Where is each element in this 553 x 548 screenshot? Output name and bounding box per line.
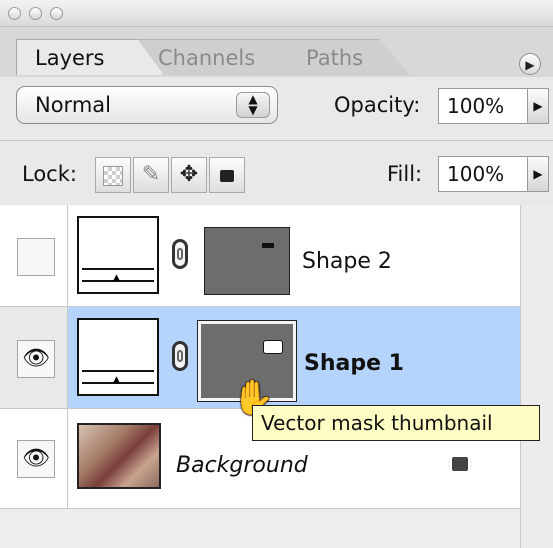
lock-image-button[interactable]: ✎ — [133, 157, 169, 193]
link-icon[interactable] — [172, 341, 188, 371]
layer-name[interactable]: Shape 1 — [304, 351, 404, 376]
blend-mode-select[interactable]: Normal ▲ ▼ — [16, 86, 278, 124]
eye-icon: 👁 — [22, 346, 50, 371]
visibility-cell: 👁 — [0, 307, 68, 408]
layer-name[interactable]: Background — [176, 453, 308, 478]
fill-slider-button[interactable]: ▶ — [527, 156, 549, 192]
title-bar — [0, 0, 553, 27]
layer-row-shape-2[interactable]: ▲ Shape 2 — [0, 205, 520, 307]
visibility-toggle[interactable] — [17, 238, 55, 276]
padlock-icon — [220, 170, 234, 182]
thumbnail-line — [82, 370, 154, 372]
tooltip: Vector mask thumbnail — [252, 405, 540, 441]
visibility-toggle[interactable]: 👁 — [17, 340, 55, 378]
scrollbar[interactable] — [520, 205, 553, 548]
shape-marker-icon: ▲ — [113, 273, 120, 283]
triangle-right-icon: ▶ — [525, 58, 535, 72]
background-photo-thumbnail[interactable] — [77, 423, 161, 489]
link-icon[interactable] — [172, 239, 188, 269]
close-window-button[interactable] — [8, 7, 21, 20]
lock-transparency-button[interactable] — [95, 157, 131, 193]
visibility-cell — [0, 205, 68, 306]
blend-options-row: Normal ▲ ▼ Opacity: 100% ▶ — [0, 78, 553, 134]
minimize-window-button[interactable] — [29, 7, 42, 20]
visibility-toggle[interactable]: 👁 — [17, 440, 55, 478]
lock-label: Lock: — [22, 162, 77, 186]
move-icon: ✥ — [179, 162, 199, 187]
blend-mode-value: Normal — [35, 93, 111, 117]
transparency-lock-icon — [103, 166, 123, 186]
triangle-right-icon: ▶ — [533, 99, 543, 113]
updown-arrows-icon: ▲ ▼ — [236, 92, 270, 118]
brush-icon: ✎ — [141, 162, 161, 187]
lock-fill-row: Lock: ✎ ✥ Fill: 100% ▶ — [0, 140, 553, 206]
fill-label: Fill: — [387, 162, 423, 186]
layer-thumbnail[interactable]: ▲ — [77, 216, 159, 294]
empty-area — [0, 509, 520, 548]
fill-field[interactable]: 100% — [438, 156, 528, 192]
mask-shape — [262, 243, 274, 248]
lock-all-button[interactable] — [209, 157, 245, 193]
vector-mask-thumbnail[interactable] — [204, 227, 290, 295]
eye-icon: 👁 — [22, 446, 50, 471]
visibility-cell: 👁 — [0, 409, 68, 508]
lock-position-button[interactable]: ✥ — [171, 157, 207, 193]
layer-thumbnail[interactable]: ▲ — [77, 318, 159, 396]
opacity-field[interactable]: 100% — [438, 88, 528, 124]
opacity-slider-button[interactable]: ▶ — [527, 88, 549, 124]
layer-name[interactable]: Shape 2 — [302, 249, 392, 274]
thumbnail-line — [82, 268, 154, 270]
shape-marker-icon: ▲ — [113, 375, 120, 385]
panel-menu-button[interactable]: ▶ — [519, 53, 541, 75]
tab-strip: Paths Channels Layers ▶ — [0, 27, 553, 77]
zoom-window-button[interactable] — [50, 7, 63, 20]
mask-shape — [263, 340, 283, 354]
triangle-right-icon: ▶ — [533, 167, 543, 181]
opacity-label: Opacity: — [334, 93, 421, 117]
layers-list: ▲ Shape 2 👁 ▲ Shape 1 👁 Background — [0, 205, 520, 548]
lock-icon — [452, 457, 468, 471]
